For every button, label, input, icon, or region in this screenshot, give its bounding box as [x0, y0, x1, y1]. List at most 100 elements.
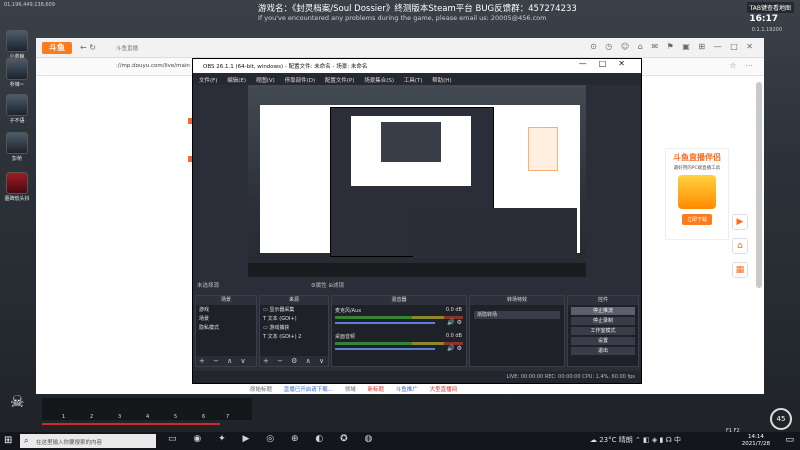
footer-link[interactable]: 大型直播间	[430, 387, 458, 393]
stop-recording-button[interactable]: 停止录制	[571, 317, 635, 325]
source-toolbar: 未选择源 ⚙属性 ⊞滤镜	[193, 279, 641, 291]
side-cart-icon[interactable]: ▦	[732, 262, 748, 278]
promo-title: 斗鱼直播伴侣	[673, 153, 721, 162]
preview-taskbar	[248, 263, 586, 277]
source-props-buttons[interactable]: ⚙属性 ⊞滤镜	[311, 283, 344, 289]
footer-link[interactable]: 直播已开启请下载...	[284, 387, 333, 393]
menu-tools[interactable]: 工具(T)	[404, 78, 423, 84]
taskbar-clock[interactable]: 14:14 2021/7/28	[742, 434, 770, 448]
notification-icon[interactable]: ▭	[785, 435, 794, 445]
address-bar-icons[interactable]: ☆ ⋯	[729, 61, 756, 70]
volume-slider[interactable]	[335, 322, 435, 324]
speaker-icon[interactable]: 🔊 ⚙	[447, 319, 462, 326]
scene-item[interactable]: 隐私模式	[196, 323, 256, 332]
dock-header: 场景	[196, 296, 256, 305]
windows-start-icon[interactable]: ⊞	[4, 435, 16, 447]
menu-docks[interactable]: 停靠部件(D)	[285, 78, 316, 84]
transitions-dock: 转场特效 渐隐转场	[469, 295, 565, 367]
hotbar-slot-number: 7	[226, 414, 230, 420]
source-item[interactable]: ▭ 游戏捕获	[260, 323, 328, 332]
preview-nested-screen	[351, 116, 471, 186]
footer-item: 原始标题	[250, 387, 273, 393]
player-card: 朴锋~	[2, 58, 32, 88]
game-id-text: 01,196,449,138,609	[4, 2, 55, 8]
preview-nested-obs	[330, 107, 577, 258]
promo-download-button[interactable]: 立即下载	[682, 214, 712, 225]
search-icon: ⌕	[24, 436, 29, 445]
player-card: 墓碑低头抖	[2, 172, 32, 202]
footer-item: 领域	[344, 387, 356, 393]
scrollbar[interactable]	[756, 82, 762, 288]
exit-button[interactable]: 退出	[571, 347, 635, 355]
dock-header: 混音器	[332, 296, 466, 305]
window-controls[interactable]: —□✕	[579, 59, 637, 68]
footer-link[interactable]: 斗鱼推广	[396, 387, 418, 393]
ammo-counter: 45	[770, 408, 792, 430]
source-item[interactable]: ▭ 显示器采集	[260, 305, 328, 314]
scene-toolbar[interactable]: + − ∧ ∨	[196, 356, 256, 366]
volume-meter	[335, 316, 463, 319]
menu-file[interactable]: 文件(F)	[199, 78, 217, 84]
scene-item[interactable]: 游戏	[196, 305, 256, 314]
player-name: 彭桥	[11, 156, 22, 162]
mixer-channel: 麦克风/Aux 0.0 dB 🔊 ⚙	[332, 305, 466, 331]
settings-button[interactable]: 设置	[571, 337, 635, 345]
channel-db: 0.0 dB	[445, 307, 462, 313]
hotbar-slot-number: 5	[174, 414, 178, 420]
preview-promo	[528, 127, 558, 171]
taskbar-search-input[interactable]: ⌕ 在这里输入你要搜索的内容	[20, 434, 156, 448]
dock-header: 控件	[568, 296, 638, 305]
studio-mode-button[interactable]: 工作室模式	[571, 327, 635, 335]
side-home-icon[interactable]: ⌂	[732, 238, 748, 254]
avatar	[6, 132, 28, 154]
menu-help[interactable]: 帮助(H)	[432, 78, 451, 84]
obs-preview[interactable]	[248, 85, 586, 277]
hotbar-slot-number: 6	[202, 414, 206, 420]
speaker-icon[interactable]: 🔊 ⚙	[447, 345, 462, 352]
system-tray[interactable]: ☁ 23°C 晴朗 ⌃ ◧ ◈ ▮ ☊ 中	[590, 435, 681, 445]
source-label: 文本 (GDI+) 2	[267, 334, 302, 340]
nav-buttons[interactable]: ← ↻	[80, 43, 96, 52]
controls-dock: 控件 停止推流 停止录制 工作室模式 设置 退出	[567, 295, 639, 367]
browser-tab[interactable]: 斗鱼直播	[116, 44, 138, 52]
player-card: 小蓝鲸	[2, 30, 32, 60]
source-toolbar[interactable]: + − ⚙ ∧ ∨	[260, 356, 328, 366]
source-item[interactable]: T 文本 (GDI+)	[260, 314, 328, 323]
channel-name: 桌面音频	[335, 334, 356, 340]
douyu-logo[interactable]: 斗鱼	[42, 42, 72, 54]
hotbar-slot-number: 3	[118, 414, 122, 420]
avatar	[6, 58, 28, 80]
search-placeholder: 在这里输入你要搜索的内容	[36, 440, 103, 446]
mixer-channel: 桌面音频 0.0 dB 🔊 ⚙	[332, 331, 466, 357]
hotbar-slot-number: 4	[146, 414, 150, 420]
channel-name: 麦克风/Aux	[335, 308, 362, 314]
taskbar-apps[interactable]: ▭ ◉ ✦ ▶ ◎ ⊕ ◐ ✪ ◍	[168, 434, 379, 444]
url-field[interactable]: ://mp.douyu.com/live/main	[116, 63, 190, 69]
sources-dock: 来源 ▭ 显示器采集 T 文本 (GDI+) ▭ 游戏捕获 T 文本 (GDI+…	[259, 295, 329, 367]
transition-select[interactable]: 渐隐转场	[474, 311, 560, 319]
promo-card[interactable]: 斗鱼直播伴侣 最好用的PC端直播工具 立即下载	[665, 148, 729, 240]
menu-profile[interactable]: 配置文件(P)	[325, 78, 355, 84]
scenes-dock: 场景 游戏 场景 隐私模式 + − ∧ ∨	[195, 295, 257, 367]
source-item[interactable]: T 文本 (GDI+) 2	[260, 332, 328, 341]
avatar	[6, 172, 28, 194]
player-card: 子不语	[2, 94, 32, 124]
browser-toolbar-icons[interactable]: ⊙ ◷ ☺ ⌂ ✉ ⚑ ▣ ⊞ — □ ✕	[590, 42, 756, 51]
preview-nested-screen-inner	[381, 122, 441, 162]
hotbar-slot-number: 1	[62, 414, 66, 420]
game-title: 游戏名：《封灵档案/Soul Dossier》终测版本Steam平台 BUG反馈…	[258, 4, 577, 14]
menu-edit[interactable]: 编辑(E)	[227, 78, 246, 84]
source-label: 显示器采集	[269, 307, 295, 313]
side-play-icon[interactable]: ▶	[732, 214, 748, 230]
hotbar-slot-number: 2	[90, 414, 94, 420]
menu-view[interactable]: 视图(V)	[256, 78, 275, 84]
menu-scene-collection[interactable]: 场景集合(S)	[364, 78, 394, 84]
volume-slider[interactable]	[335, 348, 435, 350]
player-card: 彭桥	[2, 132, 32, 162]
stop-streaming-button[interactable]: 停止推流	[571, 307, 635, 315]
scene-item[interactable]: 场景	[196, 314, 256, 323]
promo-image	[678, 175, 716, 209]
mixer-dock: 混音器 麦克风/Aux 0.0 dB 🔊 ⚙ 桌面音频 0.0 dB 🔊 ⚙	[331, 295, 467, 367]
volume-meter	[335, 342, 463, 345]
player-name: 子不语	[9, 118, 25, 124]
